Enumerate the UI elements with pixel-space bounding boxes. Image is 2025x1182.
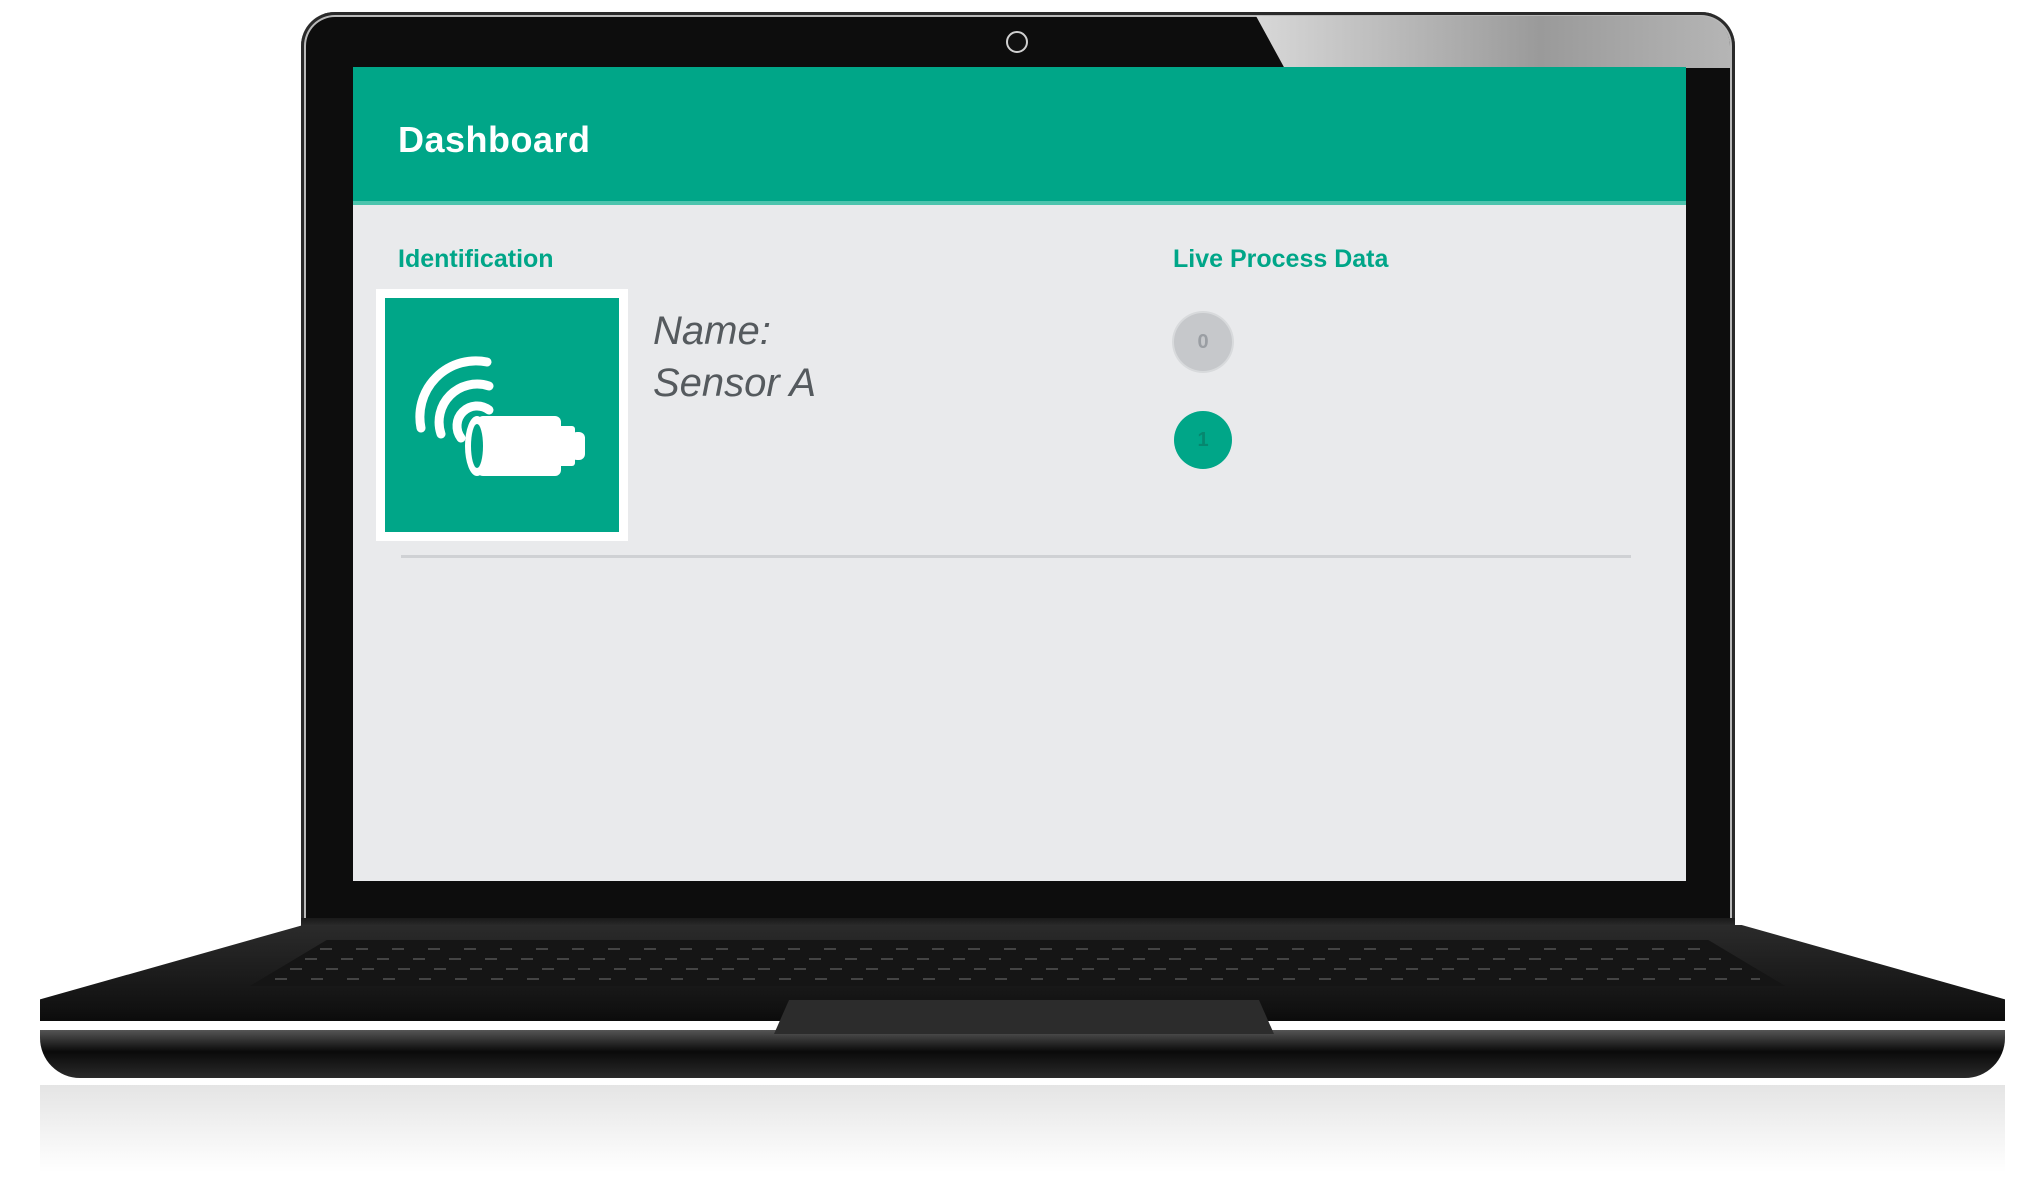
process-data-indicator-1: 1 bbox=[1174, 411, 1232, 469]
laptop-mockup: Dashboard Identification Live Process Da… bbox=[0, 0, 2025, 1182]
keyboard-row bbox=[275, 978, 1760, 980]
section-divider bbox=[401, 555, 1631, 558]
keyboard-row bbox=[305, 958, 1730, 960]
laptop-base-edge bbox=[40, 1030, 2005, 1078]
laptop-keyboard bbox=[250, 940, 1785, 986]
lid-glare bbox=[1256, 16, 1730, 68]
keyboard-row bbox=[290, 968, 1745, 970]
live-process-data-section-label: Live Process Data bbox=[1173, 245, 1389, 273]
identification-section-label: Identification bbox=[398, 245, 554, 273]
app-screen: Dashboard Identification Live Process Da… bbox=[353, 67, 1686, 881]
device-image-tile bbox=[376, 289, 628, 541]
laptop-reflection bbox=[40, 1085, 2005, 1182]
process-data-indicator-0: 0 bbox=[1174, 313, 1232, 371]
page-title: Dashboard bbox=[398, 119, 591, 160]
laptop-trackpad bbox=[774, 1000, 1274, 1034]
device-name-value: Sensor A bbox=[653, 361, 817, 405]
device-image-background bbox=[385, 298, 619, 532]
app-header: Dashboard bbox=[353, 67, 1686, 205]
camera-icon bbox=[1006, 31, 1028, 53]
keyboard-row bbox=[320, 948, 1715, 950]
device-name-label: Name: bbox=[653, 309, 771, 353]
device-name-block: Name: Sensor A bbox=[653, 305, 816, 409]
wireless-sensor-icon bbox=[415, 356, 585, 476]
